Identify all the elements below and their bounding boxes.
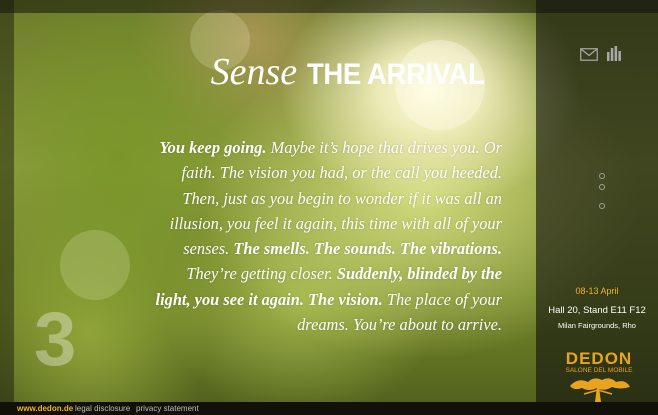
story-text: You keep going. Maybe it’s hope that dri… [150, 135, 502, 337]
nav-dot[interactable] [599, 173, 605, 179]
event-dates: 08-13 April [575, 286, 619, 296]
footer-site-link[interactable]: www.dedon.de [17, 402, 73, 415]
story-emphasis: The smells. The sounds. The vibrations. [233, 239, 502, 259]
section-dots [599, 173, 607, 213]
logo-subtitle: SALONE DEL MOBILE [565, 367, 633, 374]
story-emphasis: You keep going. [159, 138, 267, 157]
footer-legal-link[interactable]: legal disclosure [75, 402, 130, 415]
mail-icon[interactable] [580, 48, 598, 61]
footer: www.dedon.de legal disclosure privacy st… [0, 402, 658, 415]
title-sense: Sense [210, 51, 298, 93]
event-stand: Hall 20, Stand E11 F12 [548, 305, 646, 316]
footer-privacy-link[interactable]: privacy statement [136, 402, 199, 415]
chart-icon[interactable] [607, 46, 621, 61]
nav-dot[interactable] [599, 203, 605, 209]
bokeh-light [60, 230, 130, 300]
page-title: Sense THE ARRIVAL [211, 50, 500, 94]
tree-icon [570, 378, 630, 402]
logo-brand: DEDON [565, 349, 633, 368]
chapter-number: 3 [34, 297, 77, 382]
left-bar [0, 0, 14, 415]
dedon-salone-logo[interactable]: DEDON SALONE DEL MOBILE [560, 350, 638, 402]
story-segment: They’re getting closer. [186, 264, 337, 284]
nav-dot[interactable] [599, 184, 605, 190]
event-venue: Milan Fairgrounds, Rho [558, 321, 636, 330]
title-arrival: THE ARRIVAL [307, 58, 485, 91]
